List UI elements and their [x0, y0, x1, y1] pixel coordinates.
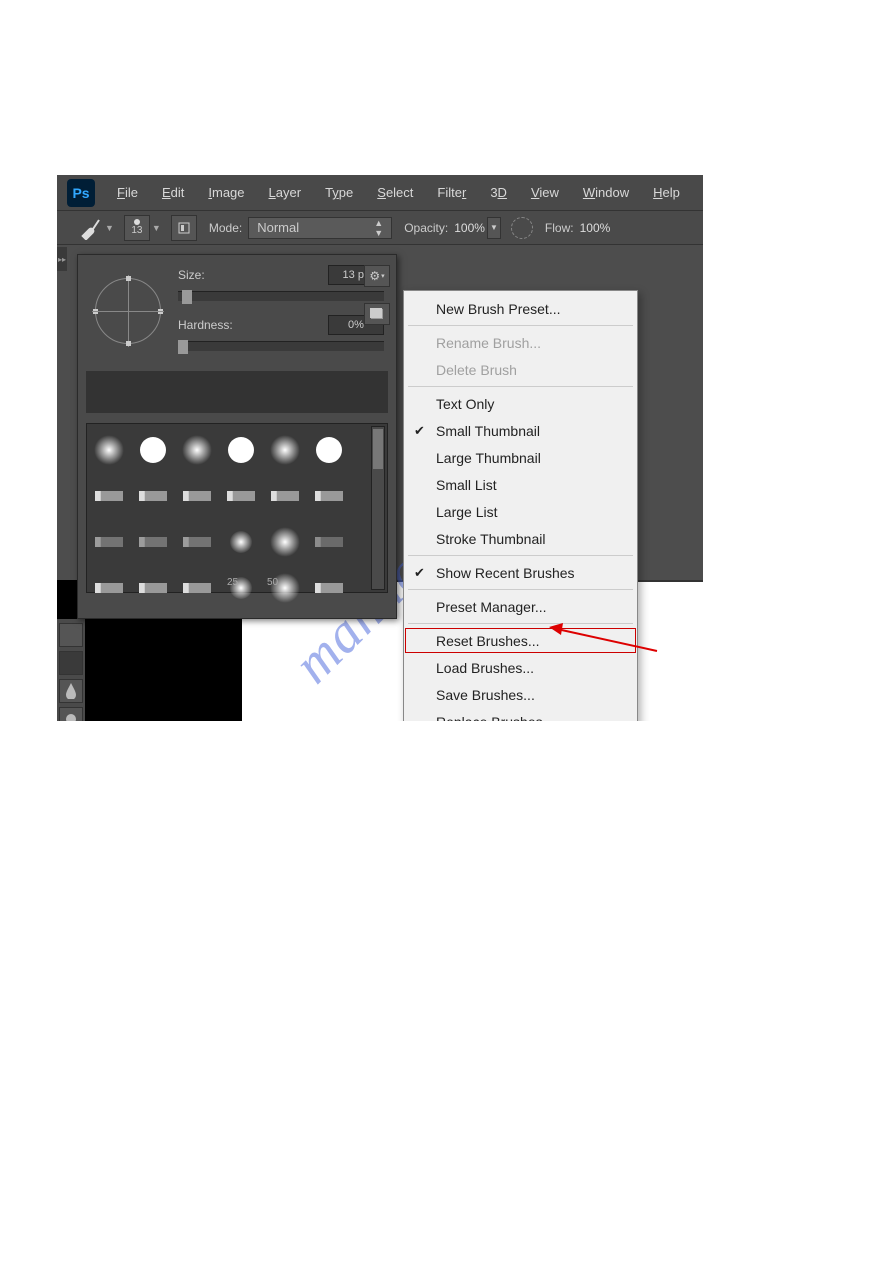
opacity-label: Opacity: — [404, 221, 448, 235]
brush-preset-picker[interactable]: 13 — [124, 215, 150, 241]
brush-swatch[interactable] — [225, 526, 257, 558]
brush-angle-control[interactable] — [95, 278, 161, 344]
recent-brushes-strip[interactable] — [86, 371, 388, 413]
mode-dropdown-arrow: ▲▼ — [374, 218, 383, 238]
gear-icon: ⚙ — [369, 269, 380, 283]
menu-large-list[interactable]: Large List — [404, 498, 637, 525]
menu-separator — [408, 386, 633, 387]
brush-swatch[interactable] — [93, 480, 125, 512]
menu-separator — [408, 555, 633, 556]
tool-dropdown-icon[interactable]: ▼ — [105, 223, 114, 233]
menu-view[interactable]: View — [519, 185, 571, 200]
menu-bar: Ps File Edit Image Layer Type Select Fil… — [57, 175, 703, 210]
brush-tool-icon[interactable] — [79, 216, 103, 240]
menu-small-thumbnail[interactable]: ✔Small Thumbnail — [404, 417, 637, 444]
menu-stroke-thumbnail[interactable]: Stroke Thumbnail — [404, 525, 637, 552]
tool-slot-2[interactable] — [59, 651, 83, 675]
brush-swatch[interactable] — [93, 572, 125, 604]
menu-type[interactable]: Type — [313, 185, 365, 200]
brush-swatch[interactable] — [225, 480, 257, 512]
tool-side-strip — [57, 619, 85, 721]
check-icon: ✔ — [414, 423, 425, 439]
brush-swatch[interactable] — [313, 434, 345, 466]
menu-new-brush-preset[interactable]: New Brush Preset... — [404, 295, 637, 322]
brush-preset-panel: Size: 13 px Hardness: 0% ⚙▾ — [77, 254, 397, 619]
menu-preset-manager[interactable]: Preset Manager... — [404, 593, 637, 620]
brush-tip-preview[interactable] — [78, 255, 178, 367]
brush-size-num: 13 — [131, 225, 142, 236]
size-label: Size: — [178, 268, 328, 282]
menu-select[interactable]: Select — [365, 185, 425, 200]
brush-swatch[interactable] — [269, 434, 301, 466]
brush-swatch[interactable] — [313, 480, 345, 512]
menu-replace-brushes[interactable]: Replace Brushes... — [404, 708, 637, 721]
menu-window[interactable]: Window — [571, 185, 641, 200]
flow-label: Flow: — [545, 221, 574, 235]
options-bar: ▼ 13 ▼ Mode: Normal ▲▼ Opacity: 100% ▼ F… — [57, 210, 703, 245]
brush-swatch[interactable] — [137, 526, 169, 558]
brush-flyout-menu: New Brush Preset... Rename Brush... Dele… — [403, 290, 638, 721]
swatch-caption-25: 25 — [227, 577, 238, 588]
brush-swatch[interactable] — [313, 526, 345, 558]
brush-swatch[interactable] — [137, 434, 169, 466]
brush-panel-toggle[interactable] — [171, 215, 197, 241]
brush-preset-grid: 25 50 — [86, 423, 388, 593]
menu-show-recent-brushes[interactable]: ✔Show Recent Brushes — [404, 559, 637, 586]
swatch-caption-50: 50 — [267, 577, 278, 588]
mode-value: Normal — [257, 220, 299, 235]
brush-swatch[interactable] — [269, 526, 301, 558]
brush-swatch[interactable] — [181, 526, 213, 558]
brush-swatch[interactable] — [313, 572, 345, 604]
menu-text-only[interactable]: Text Only — [404, 390, 637, 417]
app-logo: Ps — [67, 179, 95, 207]
menu-large-thumbnail[interactable]: Large Thumbnail — [404, 444, 637, 471]
menu-save-brushes[interactable]: Save Brushes... — [404, 681, 637, 708]
hardness-slider[interactable] — [178, 341, 384, 351]
menu-rename-brush: Rename Brush... — [404, 329, 637, 356]
brush-swatch[interactable] — [225, 434, 257, 466]
flow-value[interactable]: 100% — [580, 221, 611, 235]
airbrush-toggle[interactable] — [511, 217, 533, 239]
menu-separator — [408, 589, 633, 590]
menu-file[interactable]: File — [105, 185, 150, 200]
menu-delete-brush: Delete Brush — [404, 356, 637, 383]
menu-separator — [408, 325, 633, 326]
menu-help[interactable]: Help — [641, 185, 692, 200]
menu-layer[interactable]: Layer — [257, 185, 314, 200]
brush-swatch[interactable] — [181, 434, 213, 466]
tool-slot-1[interactable] — [59, 623, 83, 647]
brush-swatch[interactable] — [269, 480, 301, 512]
mode-label: Mode: — [209, 221, 242, 235]
new-brush-from-preset-button[interactable] — [364, 303, 390, 325]
opacity-value[interactable]: 100% — [454, 221, 485, 235]
menu-separator — [408, 623, 633, 624]
brush-swatch[interactable] — [181, 480, 213, 512]
brush-panel-top: Size: 13 px Hardness: 0% — [78, 255, 396, 367]
hardness-label: Hardness: — [178, 318, 328, 332]
brush-panel-gear-button[interactable]: ⚙▾ — [364, 265, 390, 287]
menu-filter[interactable]: Filter — [425, 185, 478, 200]
tool-slot-3[interactable] — [59, 679, 83, 703]
brush-dropdown-icon[interactable]: ▼ — [152, 223, 161, 233]
brush-swatch[interactable] — [181, 572, 213, 604]
menu-small-list[interactable]: Small List — [404, 471, 637, 498]
grid-scrollbar[interactable] — [371, 426, 385, 590]
panel-flyout-handle[interactable]: ▸▸ — [57, 247, 67, 271]
check-icon: ✔ — [414, 565, 425, 581]
menu-reset-brushes[interactable]: Reset Brushes... — [404, 627, 637, 654]
brush-swatch[interactable] — [137, 572, 169, 604]
new-preset-icon — [370, 308, 384, 320]
screenshot-frame: Ps File Edit Image Layer Type Select Fil… — [57, 175, 703, 721]
menu-edit[interactable]: Edit — [150, 185, 196, 200]
tool-slot-4[interactable] — [59, 707, 83, 721]
brush-swatch[interactable] — [93, 434, 125, 466]
size-slider[interactable] — [178, 291, 384, 301]
brush-swatch[interactable] — [137, 480, 169, 512]
mode-dropdown[interactable]: Normal ▲▼ — [248, 217, 392, 239]
menu-image[interactable]: Image — [196, 185, 256, 200]
opacity-dropdown[interactable]: ▼ — [487, 217, 501, 239]
menu-3d[interactable]: 3D — [478, 185, 519, 200]
menu-load-brushes[interactable]: Load Brushes... — [404, 654, 637, 681]
brush-swatch[interactable] — [93, 526, 125, 558]
